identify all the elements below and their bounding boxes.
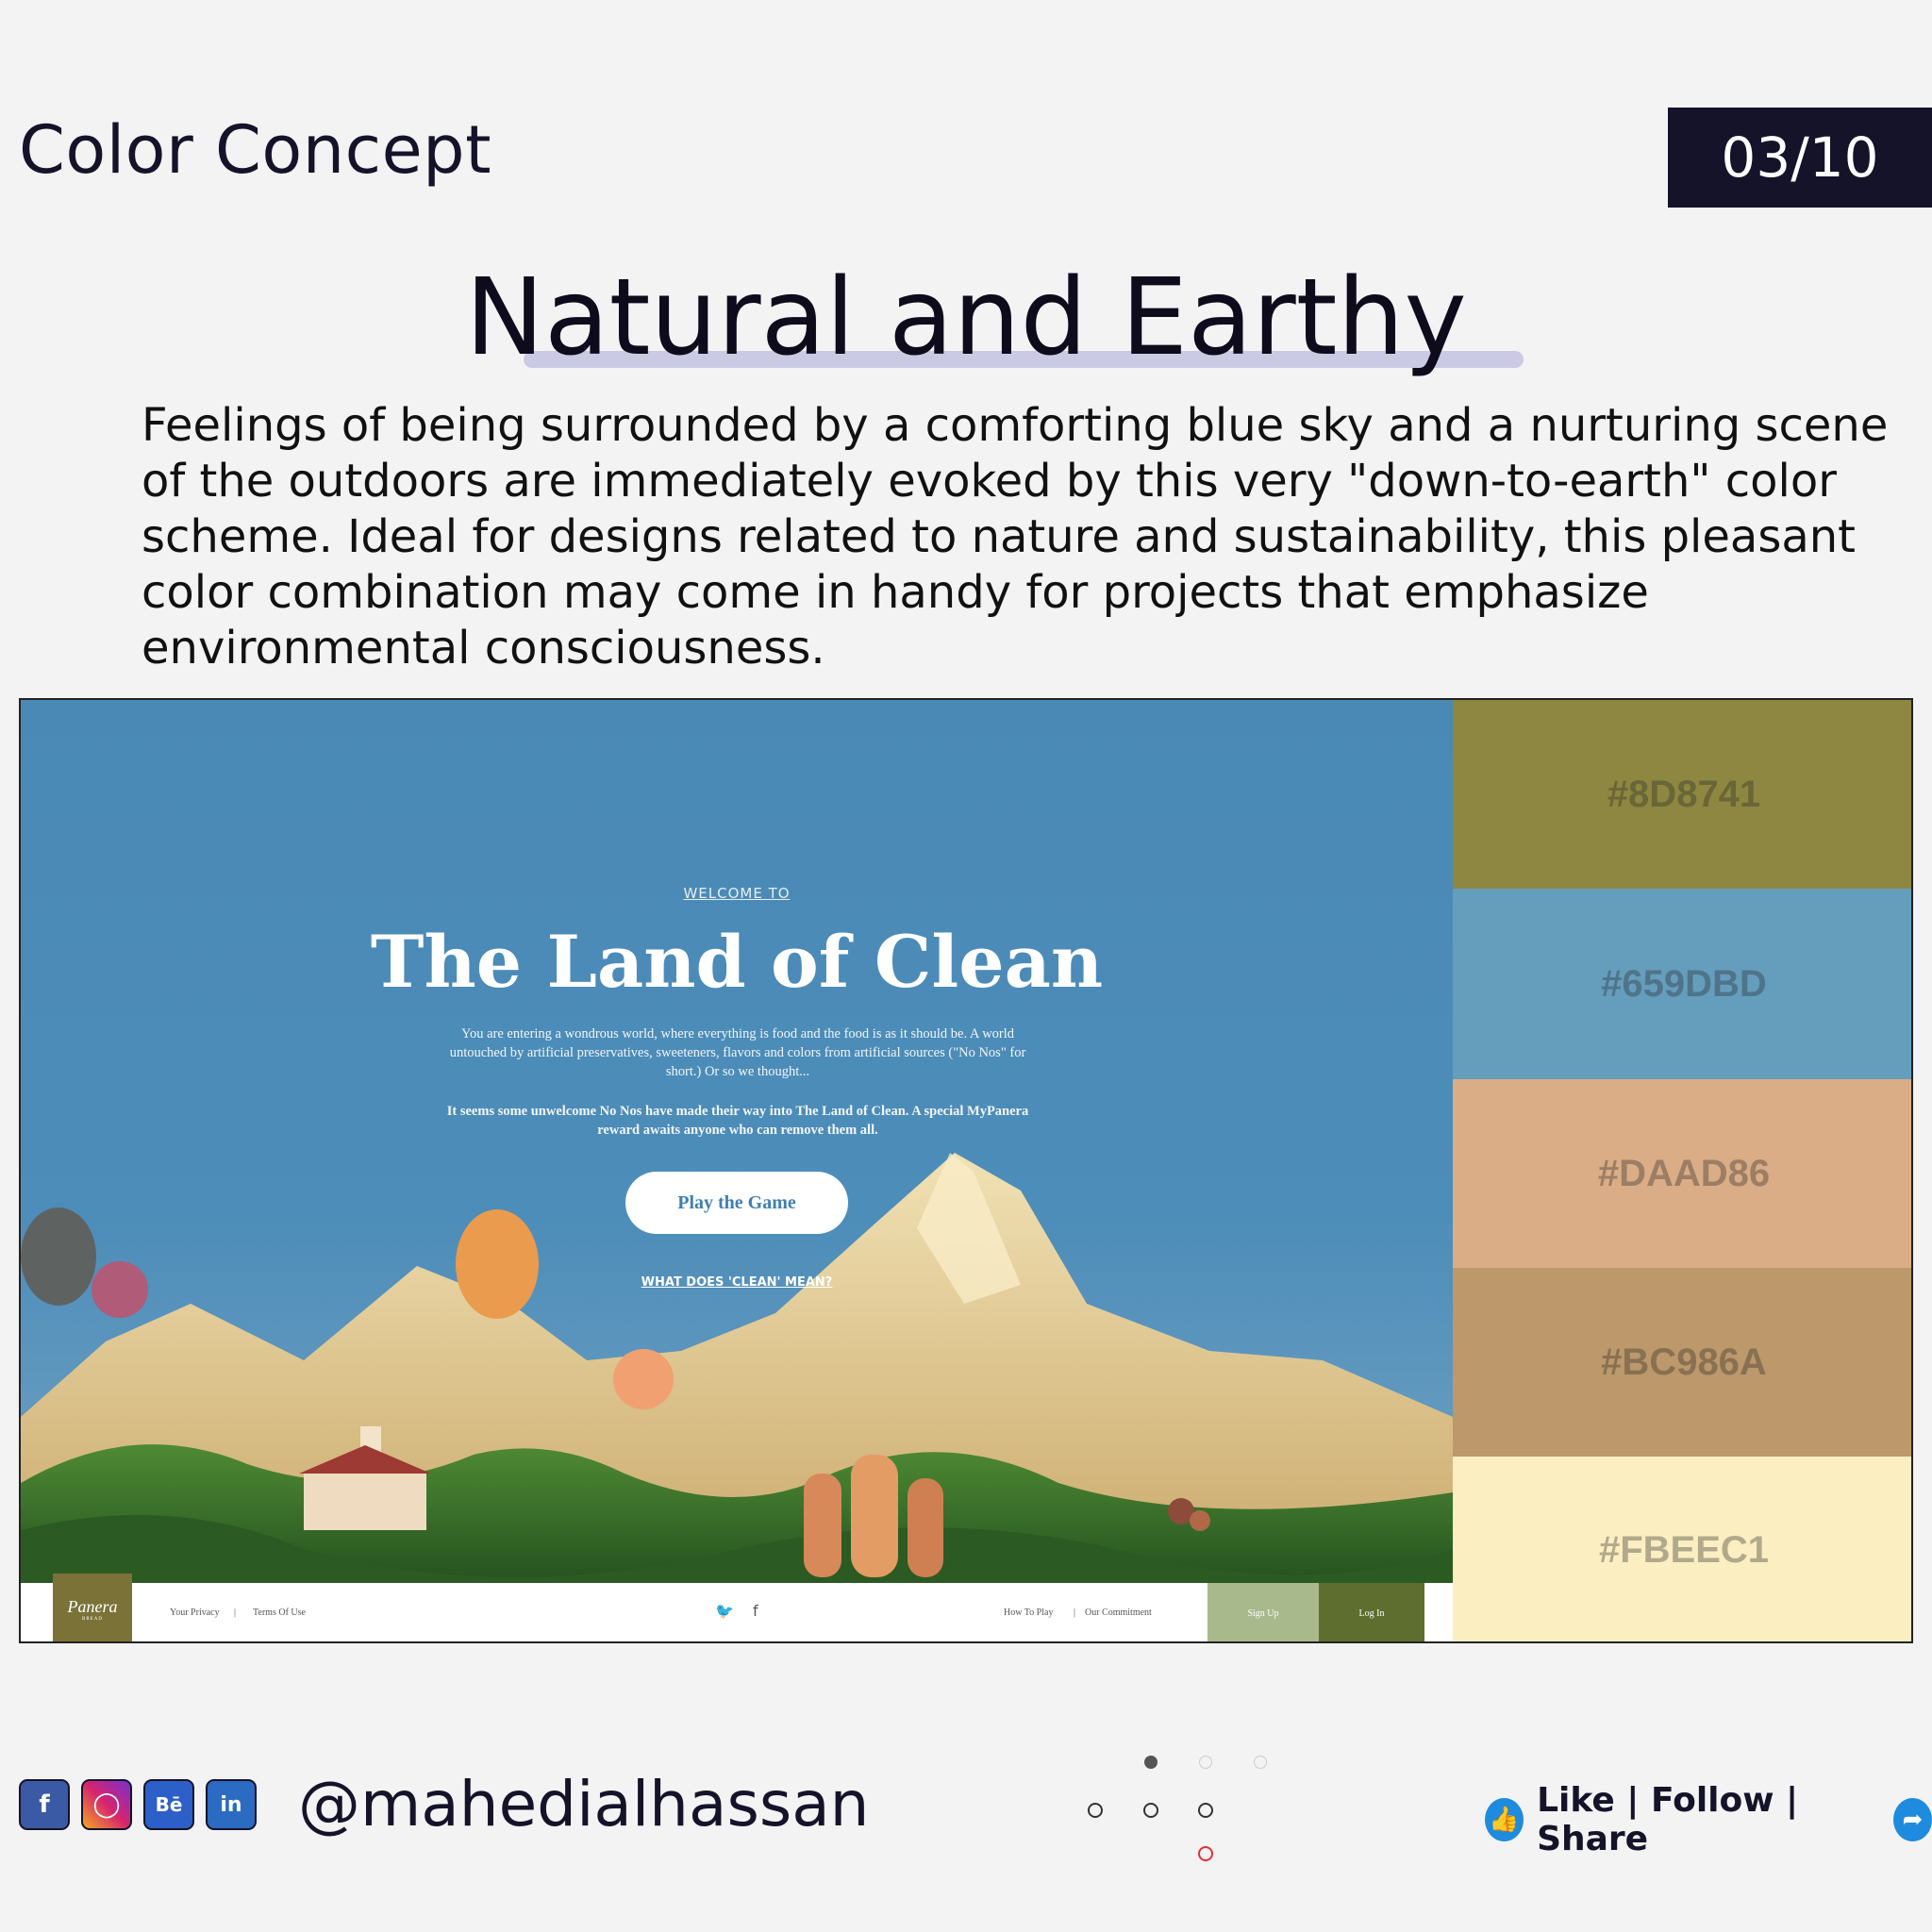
carousel-dot[interactable] (1198, 1803, 1213, 1818)
footer-separator: | (234, 1607, 237, 1618)
swatch-1-hex: #8D8741 (1607, 773, 1761, 815)
welcome-label: WELCOME TO (683, 885, 791, 902)
page-title: Natural and Earthy (465, 257, 1467, 379)
clean-meaning-link[interactable]: WHAT DOES 'CLEAN' MEAN? (21, 1275, 1453, 1290)
website-screenshot: WELCOME TO The Land of Clean You are ent… (21, 700, 1453, 1641)
swatch-4-hex: #BC986A (1601, 1341, 1767, 1383)
carousel-dot-active[interactable] (1198, 1846, 1213, 1861)
swatch-2: #659DBD (1453, 889, 1911, 1079)
cta-bar: 👍 Like | Follow | Share ➦ (1485, 1781, 1932, 1858)
carousel-dot[interactable] (1143, 1803, 1158, 1818)
social-handle: @mahedialhassan (298, 1768, 870, 1840)
hero-title: The Land of Clean (370, 920, 1104, 1004)
behance-icon[interactable]: Bē (143, 1779, 194, 1830)
panera-logo[interactable]: Panera BREAD (53, 1574, 132, 1641)
play-game-button[interactable]: Play the Game (625, 1172, 848, 1234)
share-arrow-icon[interactable]: ➦ (1892, 1798, 1932, 1841)
page-indicator: 03/10 (1668, 108, 1932, 208)
sign-up-button[interactable]: Sign Up (1208, 1583, 1319, 1641)
facebook-icon[interactable]: f (19, 1779, 70, 1830)
header-label: Color Concept (19, 111, 492, 189)
twitter-icon[interactable]: 🐦 (715, 1602, 734, 1620)
carousel-dot[interactable] (1199, 1756, 1212, 1769)
how-to-play-link[interactable]: How To Play (1004, 1607, 1053, 1618)
hero-paragraph-1: You are entering a wondrous world, where… (449, 1026, 1026, 1079)
facebook-icon[interactable]: f (753, 1602, 758, 1620)
site-footer: Panera BREAD Your Privacy | Terms Of Use… (21, 1574, 1453, 1641)
linkedin-icon[interactable]: in (206, 1779, 257, 1830)
logo-text: Panera (67, 1597, 118, 1616)
swatch-3: #DAAD86 (1453, 1079, 1911, 1268)
carousel-dot[interactable] (1088, 1803, 1103, 1818)
terms-link[interactable]: Terms Of Use (253, 1607, 306, 1618)
instagram-icon[interactable]: ◯ (81, 1779, 132, 1830)
hero-paragraph-2: It seems some unwelcome No Nos have made… (446, 1104, 1029, 1138)
showcase-panel: WELCOME TO The Land of Clean You are ent… (19, 698, 1913, 1643)
log-in-button[interactable]: Log In (1319, 1583, 1424, 1641)
thumbs-up-icon[interactable]: 👍 (1485, 1798, 1524, 1841)
footer-separator: | (1074, 1607, 1076, 1618)
swatch-3-hex: #DAAD86 (1597, 1152, 1771, 1194)
swatch-4: #BC986A (1453, 1268, 1911, 1457)
logo-subtext: BREAD (82, 1617, 103, 1622)
swatch-1: #8D8741 (1453, 700, 1911, 889)
cta-text[interactable]: Like | Follow | Share (1537, 1781, 1880, 1858)
carousel-dot[interactable] (1254, 1756, 1267, 1769)
swatch-5-hex: #FBEEC1 (1598, 1528, 1770, 1571)
commitment-link[interactable]: Our Commitment (1085, 1607, 1152, 1618)
swatch-2-hex: #659DBD (1601, 962, 1767, 1005)
privacy-link[interactable]: Your Privacy (170, 1607, 220, 1618)
carousel-dot[interactable] (1144, 1756, 1158, 1769)
swatch-5: #FBEEC1 (1453, 1457, 1911, 1641)
description: Feelings of being surrounded by a comfor… (142, 399, 1889, 675)
